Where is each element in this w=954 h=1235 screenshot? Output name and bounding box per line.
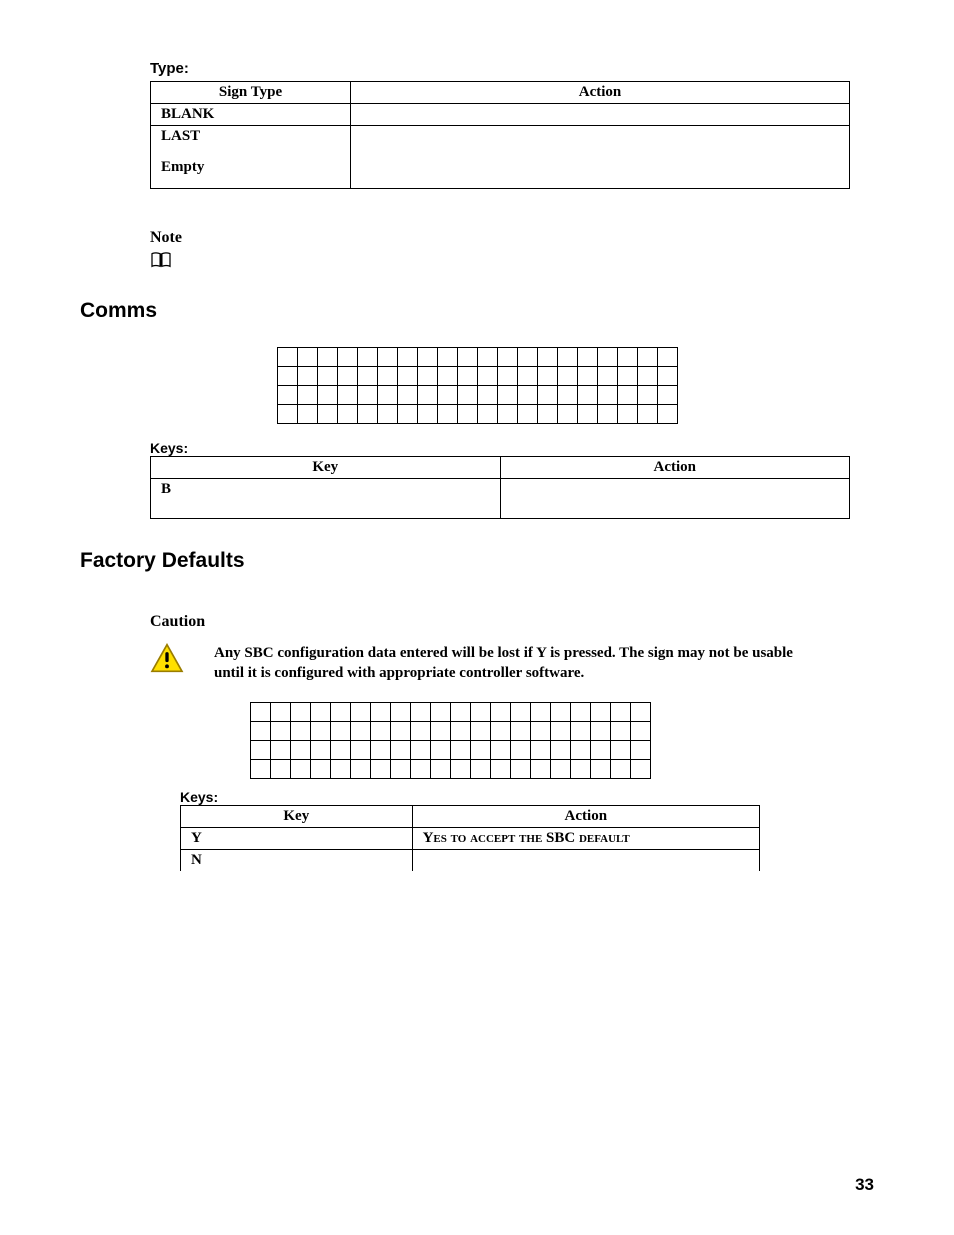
cell-key: B <box>151 479 501 519</box>
warning-icon <box>150 643 184 673</box>
type-header-action: Action <box>351 82 850 104</box>
type-label: Type: <box>150 60 874 77</box>
table-row: Empty <box>151 147 850 189</box>
factory-defaults-heading: Factory Defaults <box>80 549 874 573</box>
cell-action: Yes to accept the SBC default <box>412 827 759 849</box>
keys-header-key: Key <box>151 457 501 479</box>
cell-action <box>351 104 850 126</box>
type-table: Sign Type Action BLANK LAST Empty <box>150 81 850 189</box>
cell-action <box>351 147 850 189</box>
table-row: B <box>151 479 850 519</box>
cell-action <box>351 126 850 148</box>
table-row: BLANK <box>151 104 850 126</box>
cell-key: N <box>181 849 413 871</box>
factory-keys-table: Key Action Y Yes to accept the SBC defau… <box>180 805 760 871</box>
table-row: N <box>181 849 760 871</box>
cell-action <box>412 849 759 871</box>
lcd-grid <box>250 702 651 779</box>
cell-signtype: LAST <box>151 126 351 148</box>
cell-signtype: Empty <box>151 147 351 189</box>
comms-heading: Comms <box>80 299 874 323</box>
keys-header-action: Action <box>412 805 759 827</box>
lcd-grid <box>277 347 678 424</box>
caution-text: Any SBC configuration data entered will … <box>214 643 804 684</box>
cell-key: Y <box>181 827 413 849</box>
comms-keys-table: Key Action B <box>150 456 850 519</box>
book-icon <box>150 251 172 269</box>
keys-label: Keys: <box>150 440 874 456</box>
keys-header-action: Action <box>500 457 850 479</box>
keys-label: Keys: <box>180 789 874 805</box>
caution-title: Caution <box>150 613 874 631</box>
type-header-signtype: Sign Type <box>151 82 351 104</box>
note-title: Note <box>150 229 874 247</box>
cell-signtype: BLANK <box>151 104 351 126</box>
keys-header-key: Key <box>181 805 413 827</box>
cell-action <box>500 479 850 519</box>
table-row: LAST <box>151 126 850 148</box>
table-row: Y Yes to accept the SBC default <box>181 827 760 849</box>
page-number: 33 <box>855 1175 874 1195</box>
